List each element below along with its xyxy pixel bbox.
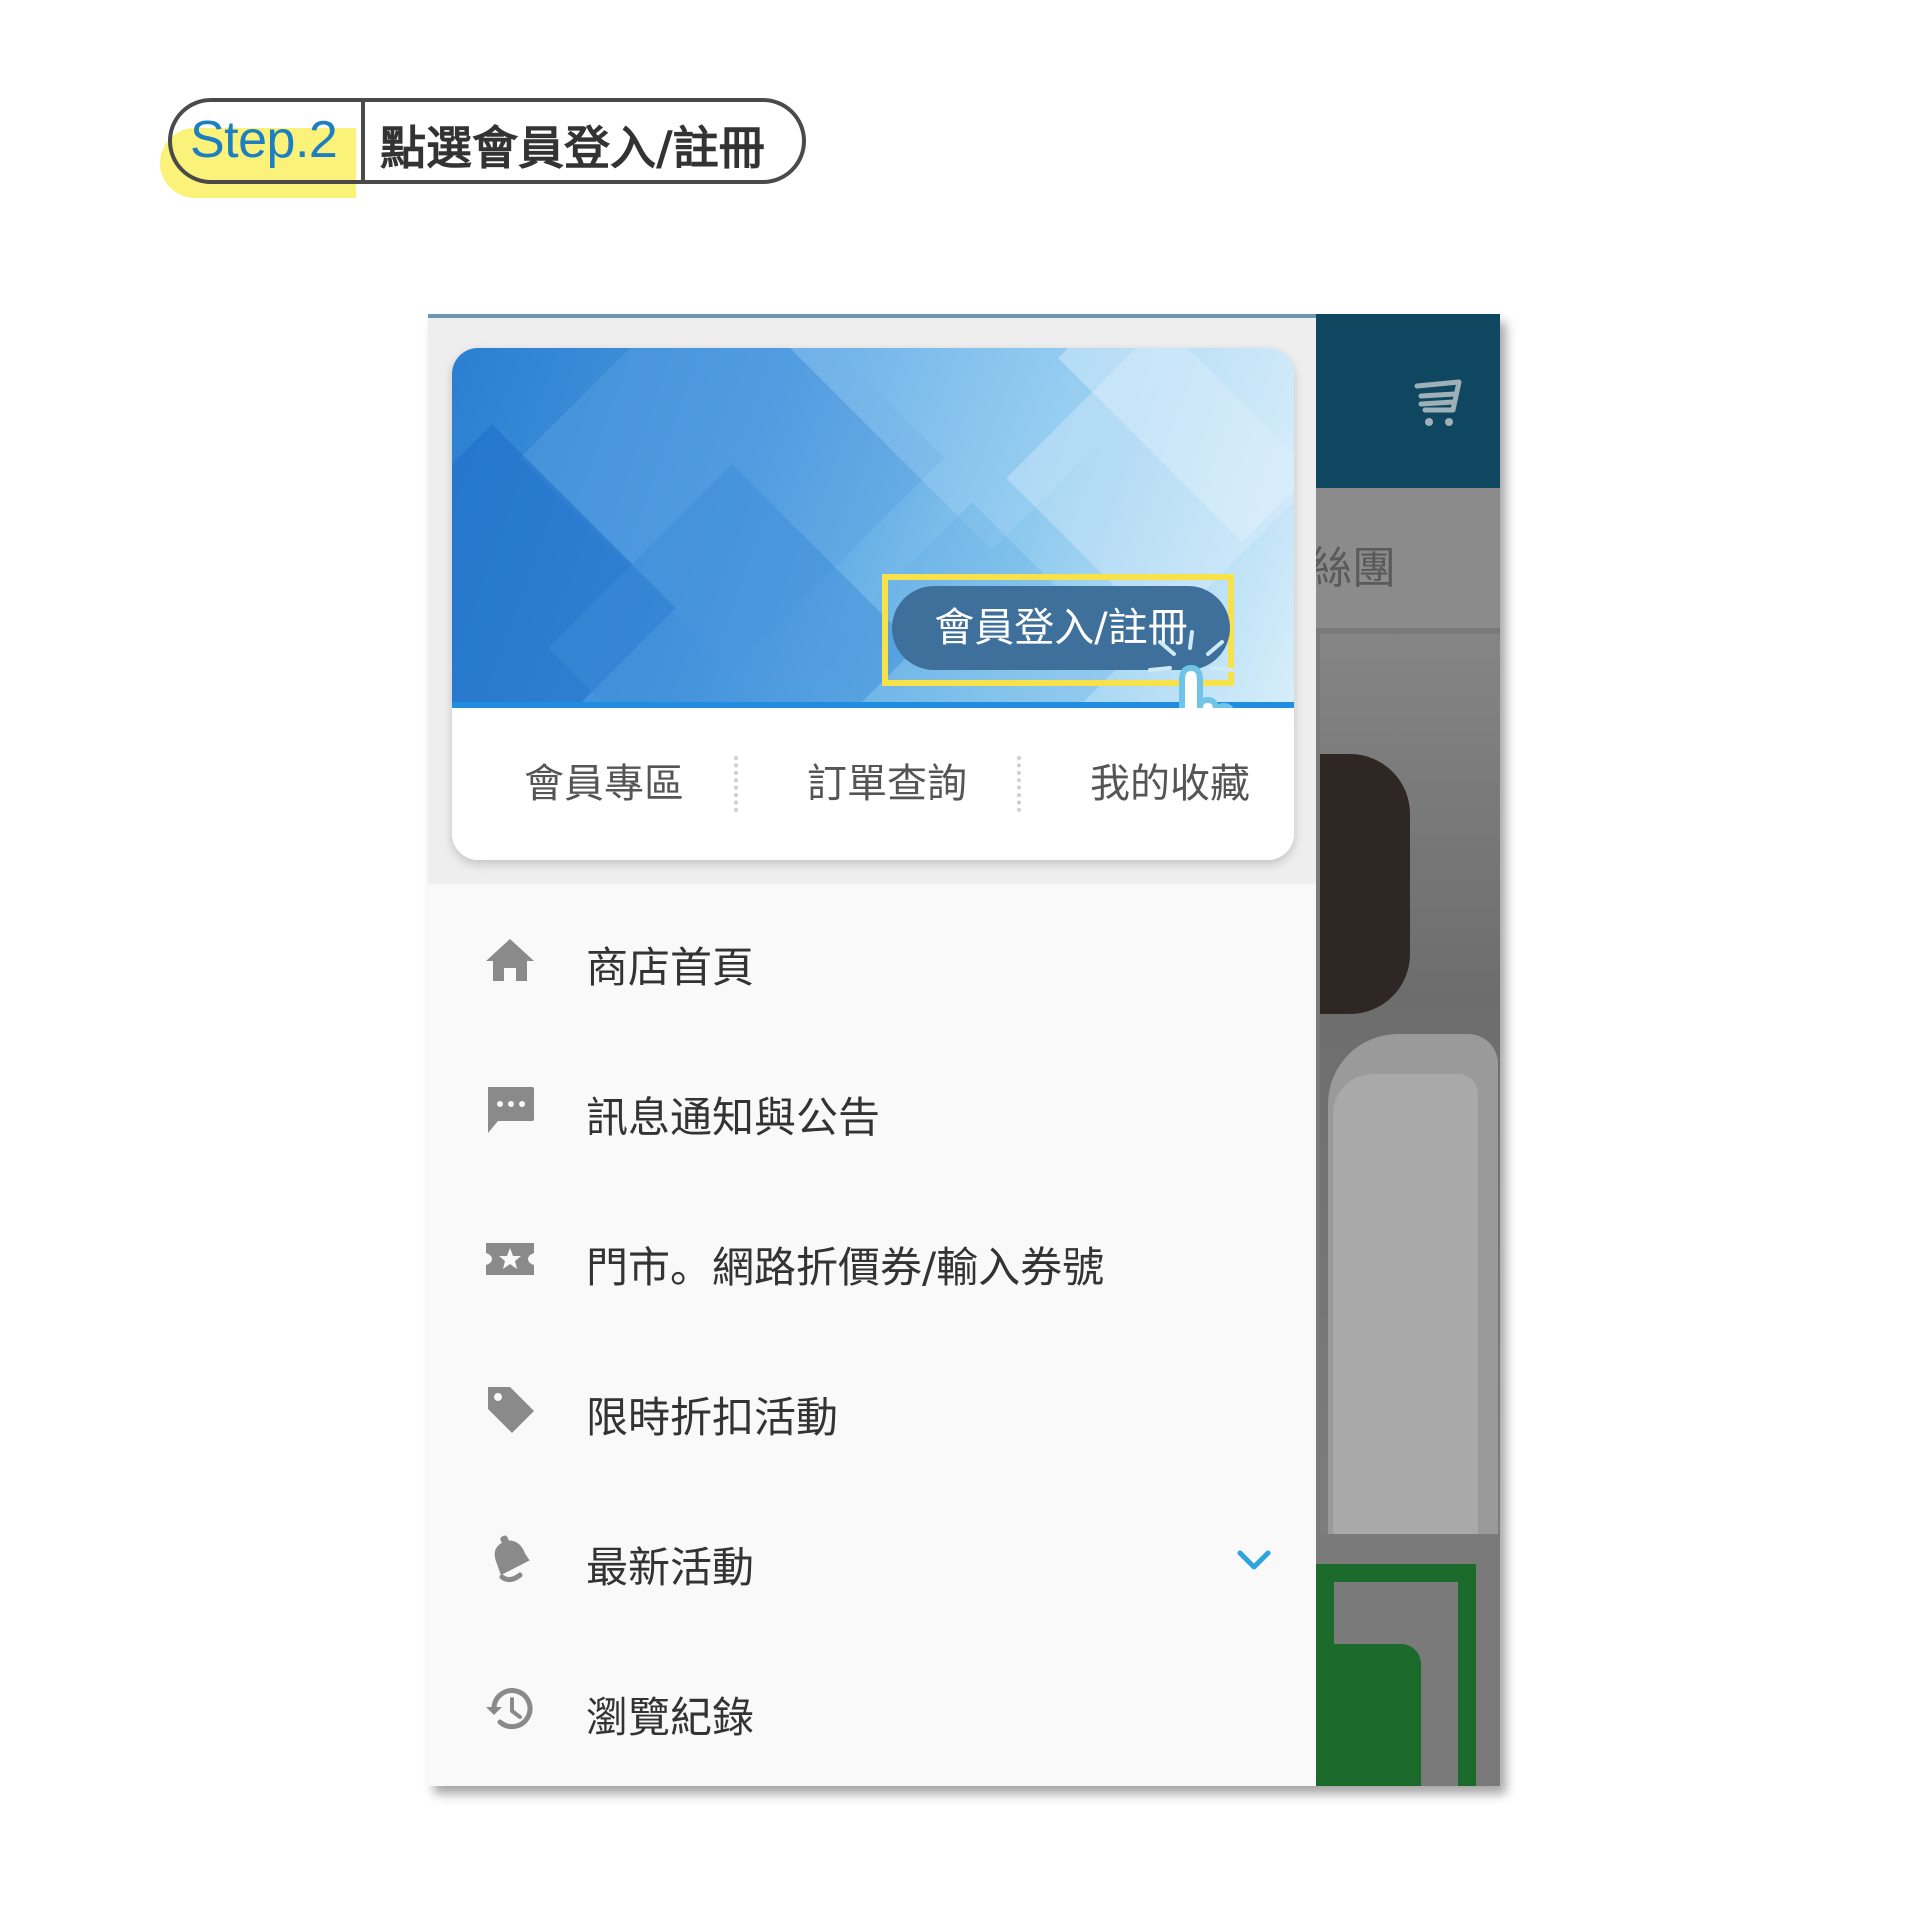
phone-screenshot: 絲團 會員登入/註冊 會員專區 訂單查詢 我的收藏 商店首頁 訊息通知與公告 門…: [428, 314, 1500, 1786]
ticket-icon: [486, 1243, 534, 1275]
bell-icon: [494, 1535, 530, 1583]
drawer-header-area: 會員登入/註冊 會員專區 訂單查詢 我的收藏: [428, 318, 1316, 884]
step-instruction: 點選會員登入/註冊: [380, 121, 765, 175]
quick-links: 會員專區 訂單查詢 我的收藏: [452, 736, 1294, 832]
member-banner: 會員登入/註冊: [452, 348, 1294, 708]
menu-item-coupons[interactable]: 門市。網路折價券/輸入券號: [428, 1184, 1316, 1334]
menu-item-label: 訊息通知與公告: [586, 1093, 881, 1142]
menu-item-label: 最新活動: [586, 1543, 755, 1592]
step-number: Step.2: [190, 111, 338, 169]
menu-item-browse-history[interactable]: 瀏覽紀錄: [428, 1634, 1316, 1784]
promo-block: [1316, 1644, 1421, 1786]
home-icon: [486, 939, 534, 981]
menu-item-flash-discounts[interactable]: 限時折扣活動: [428, 1334, 1316, 1484]
quick-link-member-area[interactable]: 會員專區: [474, 736, 734, 832]
step-label: Step.2 點選會員登入/註冊: [160, 98, 813, 198]
quick-link-divider: [1017, 756, 1021, 812]
menu-item-label: 限時折扣活動: [586, 1393, 839, 1442]
quick-link-favorites[interactable]: 我的收藏: [1040, 736, 1294, 832]
menu-item-store-home[interactable]: 商店首頁: [428, 884, 1316, 1034]
chevron-down-icon[interactable]: [1234, 1540, 1274, 1580]
menu-item-notifications[interactable]: 訊息通知與公告: [428, 1034, 1316, 1184]
menu-item-label: 商店首頁: [586, 943, 755, 992]
app-tab-partial[interactable]: 絲團: [1308, 532, 1396, 596]
menu-item-label: 瀏覽紀錄: [586, 1693, 755, 1742]
member-card: 會員登入/註冊 會員專區 訂單查詢 我的收藏: [452, 348, 1294, 860]
history-icon: [486, 1688, 533, 1730]
tap-hand-icon: [1148, 630, 1234, 708]
message-icon: [488, 1087, 534, 1133]
step-divider: [361, 98, 365, 184]
side-drawer: 會員登入/註冊 會員專區 訂單查詢 我的收藏 商店首頁 訊息通知與公告 門市。網…: [428, 314, 1316, 1786]
photo-dress: [1333, 1074, 1478, 1534]
menu-item-label: 門市。網路折價券/輸入券號: [586, 1243, 1105, 1292]
menu-item-latest-events[interactable]: 最新活動: [428, 1484, 1316, 1634]
cart-icon[interactable]: [1411, 376, 1471, 432]
tag-icon: [488, 1387, 534, 1433]
quick-link-order-lookup[interactable]: 訂單查詢: [757, 736, 1017, 832]
quick-link-divider: [734, 756, 738, 812]
photo-hair: [1320, 754, 1410, 1014]
